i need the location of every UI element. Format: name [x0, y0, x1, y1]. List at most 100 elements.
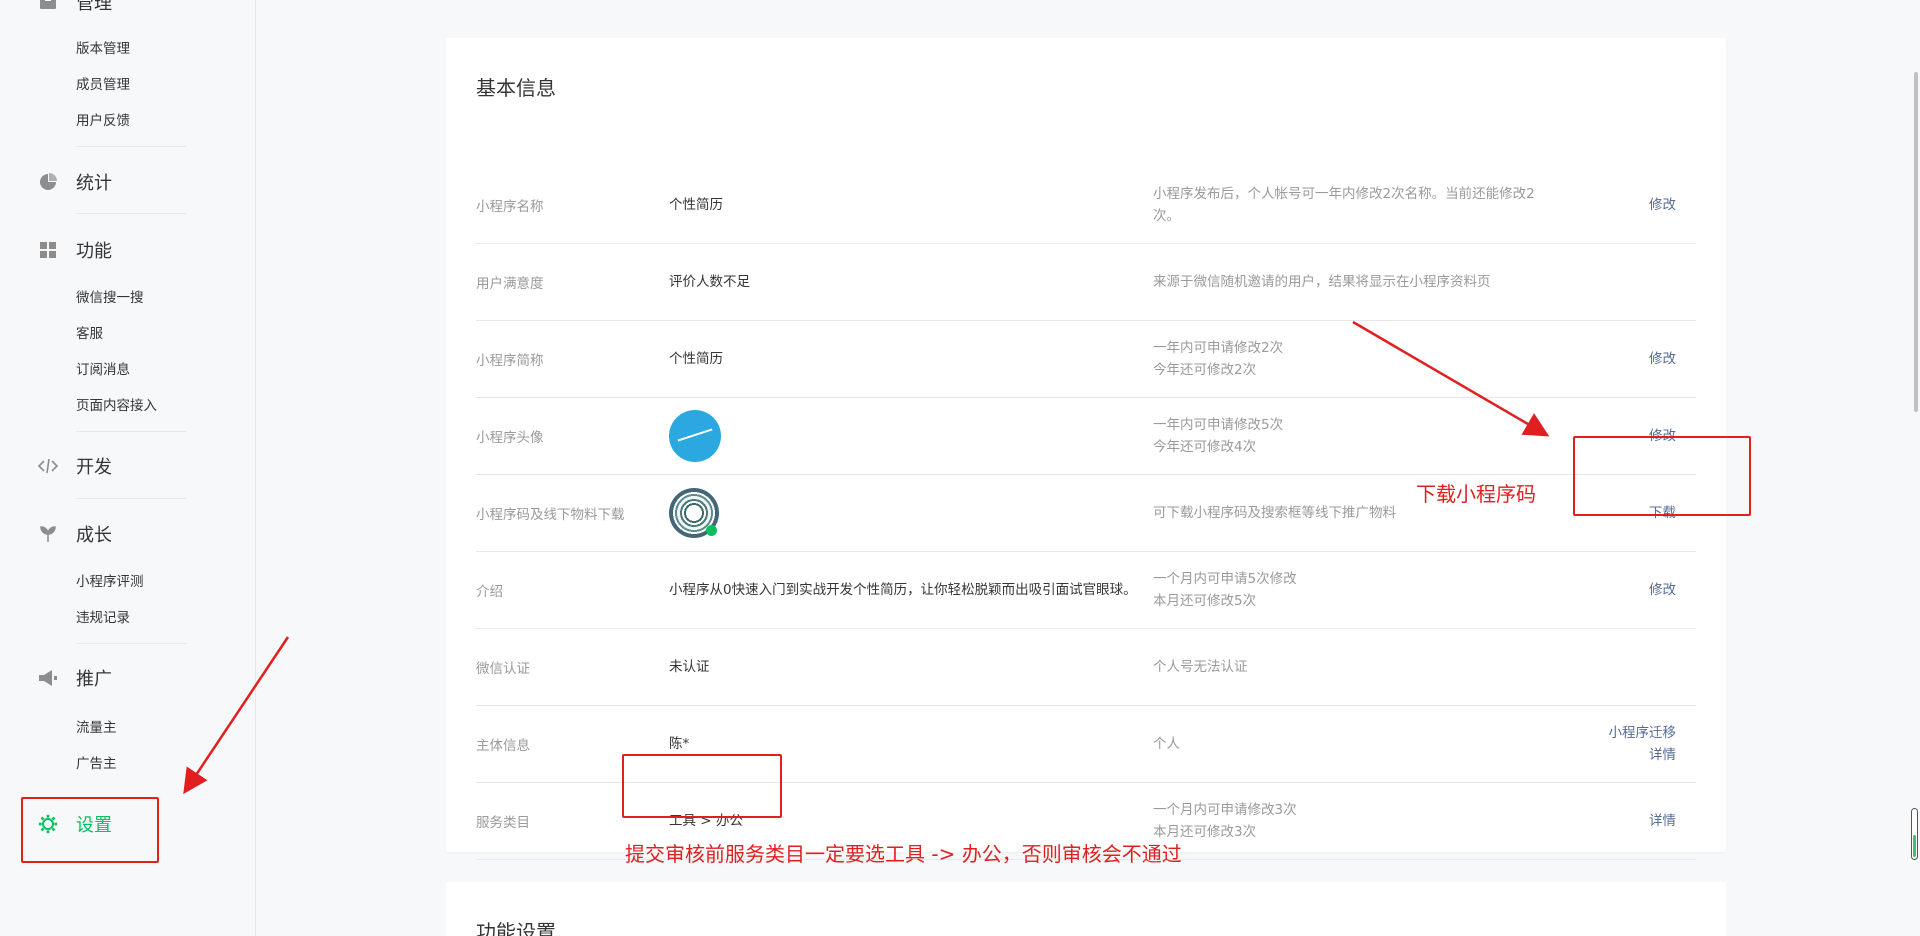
box-icon [38, 0, 58, 12]
annotation-category-note: 提交审核前服务类目一定要选工具 -> 办公，否则审核会不通过 [625, 842, 1182, 866]
sidebar-divider [76, 643, 186, 644]
info-row-desc-line: 一个月内可申请修改3次 [1153, 802, 1297, 818]
sidebar-item-traffic[interactable]: 流量主 [76, 718, 117, 738]
info-row-value: 个性简历 [669, 197, 723, 213]
sidebar-item-feedback[interactable]: 用户反馈 [76, 111, 130, 131]
info-row-desc-line: 来源于微信随机邀请的用户，结果将显示在小程序资料页 [1153, 274, 1491, 290]
nav-stats-label: 统计 [76, 173, 112, 194]
info-row-desc: 小程序发布后，个人帐号可一年内修改2次名称。当前还能修改2 次。 [1153, 183, 1553, 227]
info-row-value: 评价人数不足 [669, 274, 750, 290]
info-row-actions: 修改 [1649, 194, 1676, 216]
sidebar-divider [76, 146, 186, 147]
sidebar-item-service[interactable]: 客服 [76, 324, 103, 344]
info-row-desc-line: 今年还可修改2次 [1153, 362, 1257, 378]
basic-info-panel: 基本信息 小程序名称 个性简历 小程序发布后，个人帐号可一年内修改2次名称。当前还能… [446, 38, 1726, 860]
nav-growth-label: 成长 [76, 525, 112, 546]
info-row-desc-line: 个人 [1153, 736, 1180, 752]
info-row-value: 小程序从0快速入门到实战开发个性简历，让你轻松脱颖而出吸引面试官眼球。 [669, 582, 1137, 598]
annotation-category-box [622, 754, 782, 818]
sprout-icon [38, 524, 58, 544]
grid-icon [38, 240, 58, 260]
sidebar-divider [76, 213, 186, 214]
nav-features-label: 功能 [76, 241, 112, 262]
info-row-actions: 修改 [1649, 579, 1676, 601]
sidebar-item-version[interactable]: 版本管理 [76, 39, 130, 59]
sidebar-divider [76, 431, 186, 432]
sidebar-item-search[interactable]: 微信搜一搜 [76, 288, 144, 308]
info-row-desc-line: 个人号无法认证 [1153, 659, 1248, 675]
info-row-key: 小程序头像 [476, 430, 544, 446]
info-row: 微信认证 未认证 个人号无法认证 [476, 629, 1696, 706]
nav-dev-label: 开发 [76, 457, 112, 478]
sidebar-item-members[interactable]: 成员管理 [76, 75, 130, 95]
sidebar-item-evaluate[interactable]: 小程序评测 [76, 572, 144, 592]
info-row-desc-line: 一年内可申请修改2次 [1153, 340, 1284, 356]
sidebar-item-content[interactable]: 页面内容接入 [76, 396, 157, 416]
info-row-desc: 来源于微信随机邀请的用户，结果将显示在小程序资料页 [1153, 271, 1553, 293]
info-row-desc-line: 本月还可修改5次 [1153, 593, 1257, 609]
sidebar-divider [76, 498, 186, 499]
annotation-download-box [1573, 436, 1751, 516]
info-row-action-link[interactable]: 修改 [1649, 194, 1676, 216]
scrollbar-track [1914, 72, 1918, 412]
avatar [669, 410, 721, 462]
info-row-action-link[interactable]: 详情 [1609, 744, 1676, 766]
code-icon [38, 456, 58, 476]
sidebar-item-subscribe[interactable]: 订阅消息 [76, 360, 130, 380]
annotation-settings-box [21, 797, 159, 863]
info-row: 用户满意度 评价人数不足 来源于微信随机邀请的用户，结果将显示在小程序资料页 [476, 244, 1696, 321]
info-row-key: 小程序名称 [476, 199, 544, 215]
info-row: 介绍 小程序从0快速入门到实战开发个性简历，让你轻松脱颖而出吸引面试官眼球。 一个月… [476, 552, 1696, 629]
info-row-desc: 一年内可申请修改5次 今年还可修改4次 [1153, 414, 1553, 458]
info-row-action-link[interactable]: 修改 [1649, 348, 1676, 370]
feature-settings-title: 功能设置 [476, 920, 556, 936]
info-row-key: 小程序简称 [476, 353, 544, 369]
sidebar-item-violations[interactable]: 违规记录 [76, 608, 130, 628]
pie-chart-icon [38, 172, 58, 192]
qrcode-image [669, 488, 719, 538]
info-row-desc: 一个月内可申请5次修改 本月还可修改5次 [1153, 568, 1553, 612]
info-row-key: 用户满意度 [476, 276, 544, 292]
panel-title: 基本信息 [476, 76, 556, 100]
info-row-key: 微信认证 [476, 661, 530, 677]
nav-manage-label: 管理 [76, 0, 112, 14]
info-row-action-link[interactable]: 详情 [1649, 810, 1676, 832]
nav-dev[interactable]: 开发 [38, 452, 112, 480]
info-row-key: 主体信息 [476, 738, 530, 754]
info-row-value: 个性简历 [669, 351, 723, 367]
sidebar: 管理 版本管理 成员管理 用户反馈 统计 功能 微信搜一搜 客服 订阅消息 页面… [0, 0, 256, 936]
info-row: 小程序头像 一年内可申请修改5次 今年还可修改4次 修改 [476, 398, 1696, 475]
nav-manage[interactable]: 管理 [38, 0, 112, 16]
info-row-action-link[interactable]: 修改 [1649, 579, 1676, 601]
info-row-desc-line: 小程序发布后，个人帐号可一年内修改2次名称。当前还能修改2 [1153, 186, 1535, 202]
info-row-desc-line: 今年还可修改4次 [1153, 439, 1257, 455]
miniprogram-avatar [669, 410, 1139, 462]
scrollbar-thumb[interactable] [1911, 808, 1918, 860]
nav-growth[interactable]: 成长 [38, 520, 112, 548]
info-row-key: 小程序码及线下物料下载 [476, 507, 625, 523]
nav-features[interactable]: 功能 [38, 236, 112, 264]
nav-promo-label: 推广 [76, 669, 112, 690]
info-row-desc-line: 一个月内可申请5次修改 [1153, 571, 1297, 587]
info-row-key: 介绍 [476, 584, 503, 600]
info-row-desc-line: 次。 [1153, 208, 1180, 224]
nav-stats[interactable]: 统计 [38, 168, 112, 196]
feature-settings-panel: 功能设置 [446, 882, 1726, 936]
info-row: 小程序名称 个性简历 小程序发布后，个人帐号可一年内修改2次名称。当前还能修改2 次。… [476, 167, 1696, 244]
info-row-value: 陈* [669, 736, 690, 752]
info-row-desc: 个人号无法认证 [1153, 656, 1553, 678]
sidebar-item-advertiser[interactable]: 广告主 [76, 754, 117, 774]
info-row-actions: 详情 [1649, 810, 1676, 832]
info-row-desc-line: 本月还可修改3次 [1153, 824, 1257, 840]
wechat-badge-icon [706, 525, 717, 536]
nav-promo[interactable]: 推广 [38, 664, 112, 692]
miniprogram-qrcode [669, 488, 1139, 538]
info-row-value: 未认证 [669, 659, 710, 675]
info-row-actions: 小程序迁移 详情 [1609, 722, 1677, 766]
info-row-action-link[interactable]: 小程序迁移 [1609, 722, 1677, 744]
info-row-desc-line: 一年内可申请修改5次 [1153, 417, 1284, 433]
page-scrollbar[interactable] [1908, 0, 1920, 936]
megaphone-icon [38, 668, 58, 688]
info-row-actions: 修改 [1649, 348, 1676, 370]
info-row-desc: 个人 [1153, 733, 1553, 755]
